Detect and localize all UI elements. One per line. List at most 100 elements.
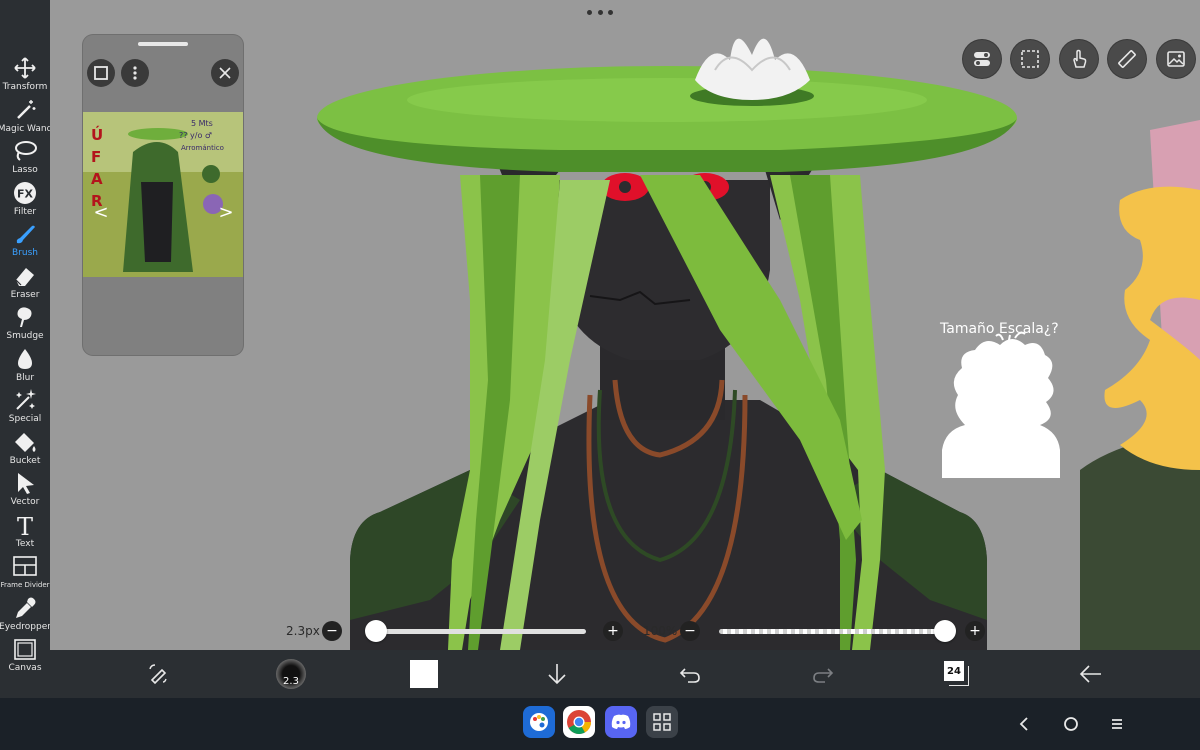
more-options-dots-icon[interactable]: [587, 6, 613, 18]
brush-size-increase-button[interactable]: +: [603, 621, 623, 641]
square-frame-icon: [94, 66, 108, 80]
magic-wand-icon: [17, 99, 36, 119]
ibis-paint-app-icon[interactable]: [523, 706, 555, 738]
hand-touch-icon: [1073, 49, 1087, 68]
nav-home-button[interactable]: [1057, 710, 1085, 738]
touch-gesture-button[interactable]: [1060, 40, 1098, 78]
tool-eyedropper-button[interactable]: Eyedropper: [0, 596, 51, 637]
undo-icon: [679, 668, 700, 683]
character-torso: [350, 400, 987, 650]
tool-label: Bucket: [9, 455, 41, 466]
reference-prev-button[interactable]: <: [91, 202, 111, 226]
tool-lasso-button[interactable]: Lasso: [0, 139, 50, 180]
menu-lines-icon: [1112, 719, 1122, 729]
art-vertical-letter-3: A: [91, 170, 103, 188]
art-note-gender: ?? y/o ♂: [179, 131, 212, 140]
tool-canvas-button[interactable]: Canvas: [0, 637, 50, 678]
tool-label: Eyedropper: [0, 621, 51, 632]
brush-preview-button[interactable]: 2.3: [267, 650, 315, 698]
app-grid-icon[interactable]: [646, 706, 678, 738]
tool-transform-button[interactable]: Transform: [0, 56, 50, 97]
reference-image[interactable]: Ú F A R 5 Mts ?? y/o ♂ Arromántico < >: [83, 112, 243, 277]
tool-magic-wand-button[interactable]: Magic Wand: [0, 98, 53, 139]
text-t-icon: T: [17, 513, 33, 537]
reference-frame-button[interactable]: [87, 59, 115, 87]
tool-bucket-button[interactable]: Bucket: [0, 430, 50, 471]
opacity-decrease-button[interactable]: −: [680, 621, 700, 641]
toggle-switches-icon: [974, 52, 990, 66]
reference-close-button[interactable]: [211, 59, 239, 87]
image-icon: [1167, 51, 1185, 67]
image-import-button[interactable]: [1157, 40, 1195, 78]
redo-button[interactable]: [799, 650, 847, 698]
reference-next-button[interactable]: >: [216, 202, 236, 226]
tool-eraser-button[interactable]: Eraser: [0, 264, 50, 305]
transform-icon: [14, 57, 36, 79]
tool-sidebar: Transform Magic Wand Lasso FX Filter Brush Era…: [0, 0, 53, 698]
ruler-button[interactable]: [1108, 40, 1146, 78]
discord-app-icon[interactable]: [605, 706, 637, 738]
chrome-app-icon[interactable]: [563, 706, 595, 738]
tool-label: Smudge: [6, 331, 44, 341]
tool-label: Canvas: [8, 663, 42, 673]
layers-button[interactable]: 24: [933, 650, 981, 698]
svg-text:T: T: [17, 513, 33, 537]
tool-brush-button[interactable]: Brush: [0, 222, 50, 263]
scale-silhouette: [942, 331, 1060, 478]
reference-window[interactable]: Ú F A R 5 Mts ?? y/o ♂ Arromántico < >: [83, 35, 243, 355]
vertical-dots-icon: [133, 66, 137, 80]
tool-label: Text: [15, 538, 35, 549]
cursor-arrow-icon: [18, 473, 34, 494]
download-button[interactable]: [533, 650, 581, 698]
undo-button[interactable]: [666, 650, 714, 698]
brush-size-slider[interactable]: [372, 629, 586, 634]
tool-label: Blur: [15, 372, 35, 383]
tool-filter-button[interactable]: FX Filter: [0, 181, 50, 222]
chrome-logo-icon: [567, 710, 591, 735]
reference-menu-button[interactable]: [121, 59, 149, 87]
brush-size-decrease-button[interactable]: −: [322, 621, 342, 641]
layers-icon: 24: [944, 661, 970, 687]
ruler-icon: [1118, 50, 1136, 68]
discord-logo-icon: [611, 714, 631, 729]
lasso-icon: [15, 141, 37, 161]
brush-swap-icon: [149, 664, 167, 685]
canvas-icon: [14, 639, 36, 660]
art-vertical-letter-1: Ú: [91, 125, 103, 144]
back-button[interactable]: [1067, 650, 1115, 698]
dashed-selection-icon: [1021, 50, 1039, 68]
selection-button[interactable]: [1011, 40, 1049, 78]
quick-switch-button[interactable]: [134, 650, 182, 698]
tool-vector-button[interactable]: Vector: [0, 471, 50, 512]
color-swatch-button[interactable]: [400, 650, 448, 698]
water-lily-flower: [690, 38, 814, 106]
layers-count: 24: [944, 661, 964, 681]
tool-label: Magic Wand: [0, 123, 53, 134]
opacity-knob[interactable]: [934, 620, 956, 642]
nav-recents-button[interactable]: [1103, 710, 1131, 738]
opacity-value: 100%: [643, 624, 678, 638]
svg-text:FX: FX: [17, 187, 34, 200]
toggle-settings-button[interactable]: [963, 40, 1001, 78]
opacity-increase-button[interactable]: +: [965, 621, 985, 641]
bottom-toolbar: 2.3 24: [50, 650, 1200, 698]
redo-icon: [813, 668, 834, 683]
tool-smudge-button[interactable]: Smudge: [0, 305, 50, 346]
home-circle-icon: [1064, 717, 1078, 731]
fx-icon: FX: [14, 181, 36, 204]
eyedropper-icon: [16, 597, 36, 618]
tool-frame-divider-button[interactable]: Frame Divider: [0, 554, 50, 595]
tool-text-button[interactable]: T Text: [0, 513, 50, 554]
blur-drop-icon: [18, 348, 32, 369]
tool-blur-button[interactable]: Blur: [0, 347, 50, 388]
current-color-swatch: [410, 660, 438, 688]
canvas-note-text: Tamaño Escala¿?: [939, 321, 1059, 337]
frame-divider-icon: [13, 556, 37, 576]
tool-label: Lasso: [12, 165, 38, 175]
opacity-slider[interactable]: [719, 629, 945, 634]
reference-drag-handle[interactable]: [138, 42, 188, 46]
reference-artwork: Ú F A R 5 Mts ?? y/o ♂ Arromántico: [83, 112, 243, 277]
tool-label: Vector: [10, 497, 40, 507]
tool-special-button[interactable]: Special: [0, 388, 50, 429]
nav-back-button[interactable]: [1011, 710, 1039, 738]
